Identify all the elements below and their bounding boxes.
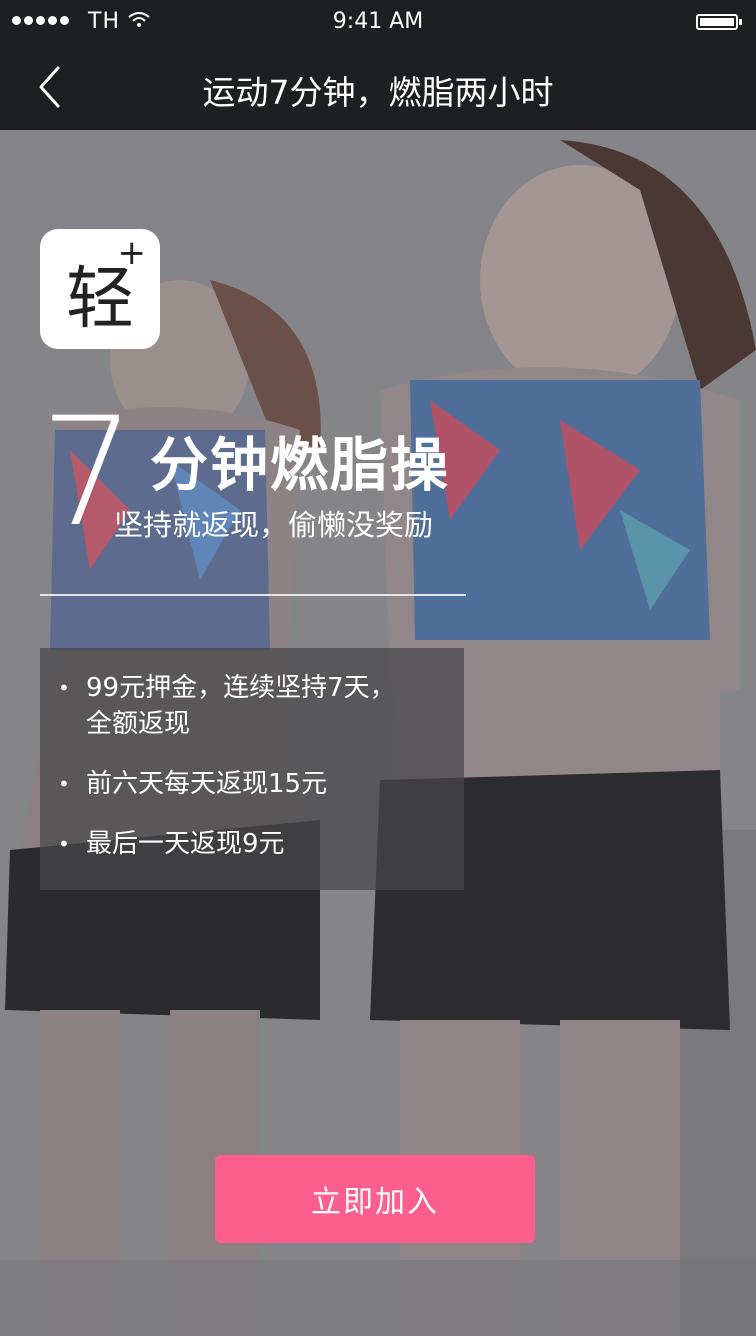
rules-panel: 99元押金，连续坚持7天，全额返现 前六天每天返现15元 最后一天返现9元 <box>40 648 464 890</box>
status-bar: TH 9:41 AM <box>0 0 756 44</box>
status-time: 9:41 AM <box>332 9 424 34</box>
subheadline: 坚持就返现，偷懒没奖励 <box>114 508 434 542</box>
headline: 分钟燃脂操 <box>150 431 451 499</box>
nav-bar: 运动7分钟，燃脂两小时 <box>0 44 756 130</box>
app-logo: 轻 + <box>40 229 160 349</box>
join-now-button[interactable]: 立即加入 <box>215 1155 535 1243</box>
divider <box>40 594 466 596</box>
page-title: 运动7分钟，燃脂两小时 <box>202 73 554 112</box>
rule-item: 99元押金，连续坚持7天，全额返现 <box>58 670 416 742</box>
battery-icon <box>696 14 742 30</box>
rule-item: 最后一天返现9元 <box>58 826 284 862</box>
app-logo-plus: + <box>117 233 147 273</box>
rule-item: 前六天每天返现15元 <box>58 766 327 802</box>
